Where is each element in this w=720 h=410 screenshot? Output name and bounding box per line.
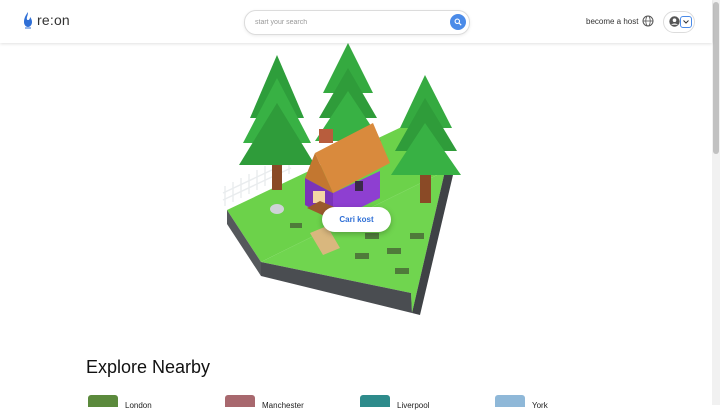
cari-kost-button[interactable]: Cari kost — [322, 207, 391, 232]
explore-card-york[interactable]: York — [495, 395, 548, 410]
explore-card-liverpool[interactable]: Liverpool — [360, 395, 429, 410]
city-thumbnail — [495, 395, 525, 407]
city-name: York — [532, 401, 548, 410]
scrollbar-thumb[interactable] — [713, 2, 719, 154]
explore-nearby-heading: Explore Nearby — [86, 357, 211, 377]
hero-island-illustration — [222, 43, 461, 315]
page-scrollbar[interactable] — [712, 0, 720, 405]
become-host-link[interactable]: become a host — [586, 17, 638, 26]
user-avatar-icon — [669, 16, 680, 27]
chevron-down-icon — [680, 16, 692, 28]
city-name: Liverpool — [397, 401, 430, 410]
brand-logo[interactable]: re:on — [22, 11, 70, 29]
city-name: Manchester — [262, 401, 304, 410]
explore-card-london[interactable]: London — [88, 395, 152, 410]
globe-icon[interactable] — [642, 15, 654, 27]
search-button[interactable] — [450, 14, 466, 30]
profile-menu-button[interactable] — [663, 11, 695, 33]
search-bar[interactable] — [244, 10, 470, 35]
explore-card-manchester[interactable]: Manchester — [225, 395, 304, 410]
logo-flame-icon — [24, 12, 32, 29]
search-input[interactable] — [255, 15, 435, 30]
city-name: London — [125, 401, 152, 410]
logo-text: re:on — [37, 12, 70, 28]
city-thumbnail — [360, 395, 390, 407]
search-icon — [454, 18, 462, 26]
top-navbar: re:on become a host — [0, 0, 712, 43]
city-thumbnail — [88, 395, 118, 407]
city-thumbnail — [225, 395, 255, 407]
